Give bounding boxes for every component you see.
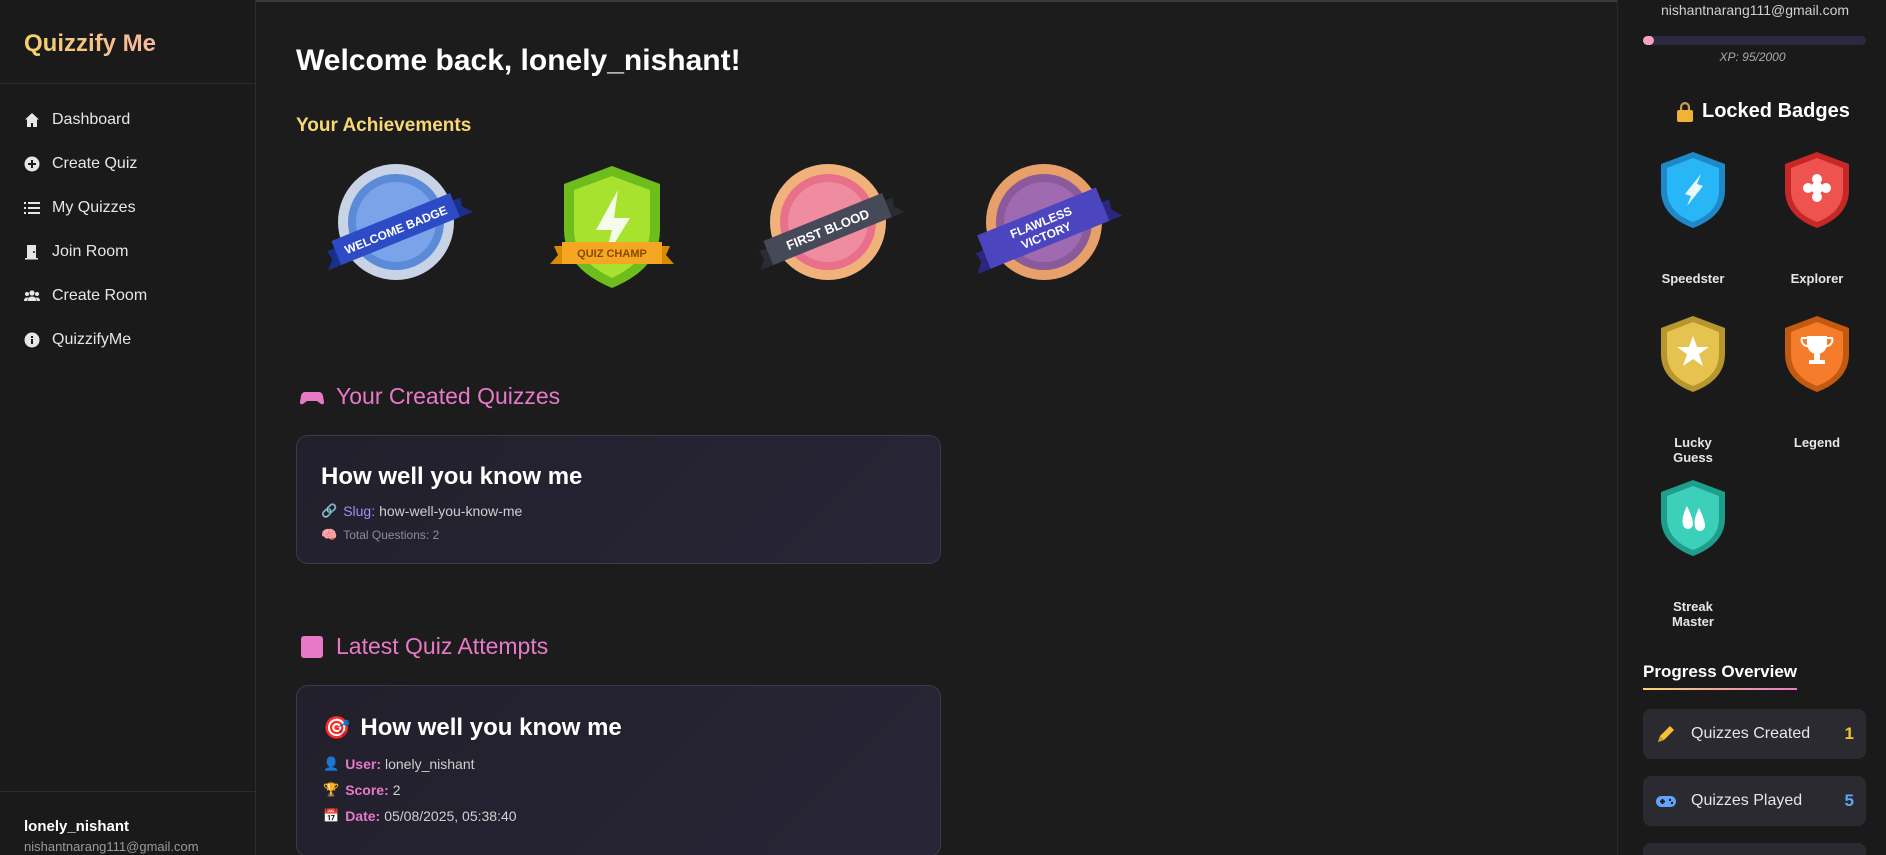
plus-circle-icon [24, 156, 40, 172]
progress-overview-title: Progress Overview [1643, 662, 1798, 690]
flawless-victory-badge: FLAWLESS VICTORY [964, 160, 1124, 300]
quiz-question-count-row: 🧠 Total Questions: 2 [321, 527, 916, 543]
lock-icon [1676, 101, 1694, 123]
profile-email: nishantnarang111@gmail.com [1661, 2, 1850, 18]
quiz-title: How well you know me [321, 463, 583, 490]
page-title: Welcome back, lonely_nishant! [296, 44, 741, 77]
user-icon: 👤 [323, 756, 340, 771]
created-quizzes-heading: Your Created Quizzes [300, 383, 560, 410]
sidebar-user: lonely_nishant nishantnarang111@gmail.co… [0, 791, 256, 855]
achievements-title: Your Achievements [296, 115, 472, 136]
sidebar-item-join-room[interactable]: Join Room [0, 230, 255, 274]
users-icon [24, 288, 40, 304]
brand-logo[interactable]: Quizzify Me [0, 0, 255, 84]
sidebar-nav: Dashboard Create Quiz My Quizzes Join Ro… [0, 84, 255, 362]
badge-label: Lucky Guess [1673, 435, 1713, 465]
sidebar-item-dashboard[interactable]: Dashboard [0, 98, 255, 142]
welcome-badge: WELCOME BADGE [316, 160, 476, 300]
sidebar-item-quizzifyme[interactable]: QuizzifyMe [0, 318, 255, 362]
created-quiz-card[interactable]: How well you know me 🔗 Slug: how-well-yo… [296, 435, 941, 564]
gamepad-icon [1655, 790, 1677, 812]
badge-label: Streak Master [1672, 599, 1714, 629]
user-value: lonely_nishant [384, 756, 475, 772]
xp-progress-fill [1643, 36, 1654, 45]
gamepad-icon [300, 385, 324, 409]
sidebar-item-label: Join Room [52, 243, 129, 260]
attempt-score-row: 🏆 Score: 2 [323, 782, 914, 798]
stat-quizzes-played: Quizzes Played 5 [1643, 776, 1866, 826]
attempt-card[interactable]: 🎯 How well you know me 👤 User: lonely_ni… [296, 685, 941, 855]
user-label: User: [345, 756, 381, 772]
pencil-icon [1655, 723, 1677, 745]
slug-value: how-well-you-know-me [379, 503, 523, 519]
sidebar: Quizzify Me Dashboard Create Quiz My Qui… [0, 0, 256, 855]
stat-value: 5 [1844, 791, 1854, 810]
stat-label: Quizzes Created [1691, 725, 1811, 742]
locked-badges-heading: Locked Badges [1676, 100, 1850, 123]
badge-label: Explorer [1790, 271, 1844, 286]
attempt-title-row: 🎯 How well you know me [323, 714, 914, 742]
calendar-icon: 📅 [323, 808, 340, 823]
sidebar-item-create-room[interactable]: Create Room [0, 274, 255, 318]
brain-icon: 🧠 [321, 527, 338, 542]
sidebar-item-my-quizzes[interactable]: My Quizzes [0, 186, 255, 230]
stat-quizzes-created: Quizzes Created 1 [1643, 709, 1866, 759]
badge-label: Speedster [1661, 271, 1725, 286]
locked-badges-title: Locked Badges [1702, 100, 1850, 122]
door-icon [24, 244, 40, 260]
latest-attempts-heading: Latest Quiz Attempts [300, 633, 548, 660]
locked-badge-explorer[interactable]: Explorer [1777, 150, 1857, 286]
xp-text: XP: 95/2000 [1719, 50, 1786, 64]
link-icon: 🔗 [321, 503, 338, 518]
right-panel: nishantnarang111@gmail.com XP: 95/2000 L… [1617, 0, 1886, 855]
score-label: Score: [345, 782, 389, 798]
user-name: lonely_nishant [24, 818, 130, 835]
section-title: Your Created Quizzes [336, 383, 561, 409]
attempt-date-row: 📅 Date: 05/08/2025, 05:38:40 [323, 808, 914, 824]
locked-badge-streak-master[interactable]: Streak Master [1653, 478, 1733, 629]
quiz-champ-badge: QUIZ CHAMP [532, 160, 692, 300]
date-label: Date: [345, 808, 381, 824]
total-questions: Total Questions: 2 [343, 528, 440, 542]
sidebar-item-create-quiz[interactable]: Create Quiz [0, 142, 255, 186]
sidebar-item-label: QuizzifyMe [52, 331, 132, 348]
stat-placeholder [1643, 843, 1866, 855]
square-icon [300, 635, 324, 659]
locked-badge-speedster[interactable]: Speedster [1653, 150, 1733, 286]
info-icon [24, 332, 40, 348]
sidebar-item-label: Create Quiz [52, 155, 138, 172]
list-icon [24, 200, 40, 216]
badge-label: Legend [1793, 435, 1841, 450]
first-blood-badge: FIRST BLOOD [748, 160, 908, 300]
locked-badge-lucky-guess[interactable]: Lucky Guess [1653, 314, 1733, 465]
section-title: Latest Quiz Attempts [336, 633, 549, 659]
attempt-user-row: 👤 User: lonely_nishant [323, 756, 914, 772]
score-value: 2 [392, 782, 401, 798]
achievement-badges: WELCOME BADGE QUIZ CHAMP FIRST BLOOD FLA… [316, 160, 1124, 300]
locked-badge-legend[interactable]: Legend [1777, 314, 1857, 450]
slug-label: Slug: [343, 503, 376, 519]
main-content: Welcome back, lonely_nishant! Your Achie… [296, 0, 1596, 855]
sidebar-item-label: Dashboard [52, 111, 131, 128]
date-value: 05/08/2025, 05:38:40 [384, 808, 517, 824]
trophy-icon: 🏆 [323, 782, 340, 797]
quiz-champ-label: QUIZ CHAMP [577, 248, 647, 260]
xp-progress-bar [1643, 36, 1866, 45]
stat-label: Quizzes Played [1691, 792, 1803, 809]
user-email: nishantnarang111@gmail.com [24, 839, 199, 854]
home-icon [24, 112, 40, 128]
sidebar-item-label: My Quizzes [52, 199, 136, 216]
target-icon: 🎯 [323, 715, 351, 740]
stat-value: 1 [1844, 724, 1854, 743]
sidebar-item-label: Create Room [52, 287, 148, 304]
quiz-slug-row: 🔗 Slug: how-well-you-know-me [321, 503, 916, 519]
attempt-title: How well you know me [360, 714, 622, 741]
